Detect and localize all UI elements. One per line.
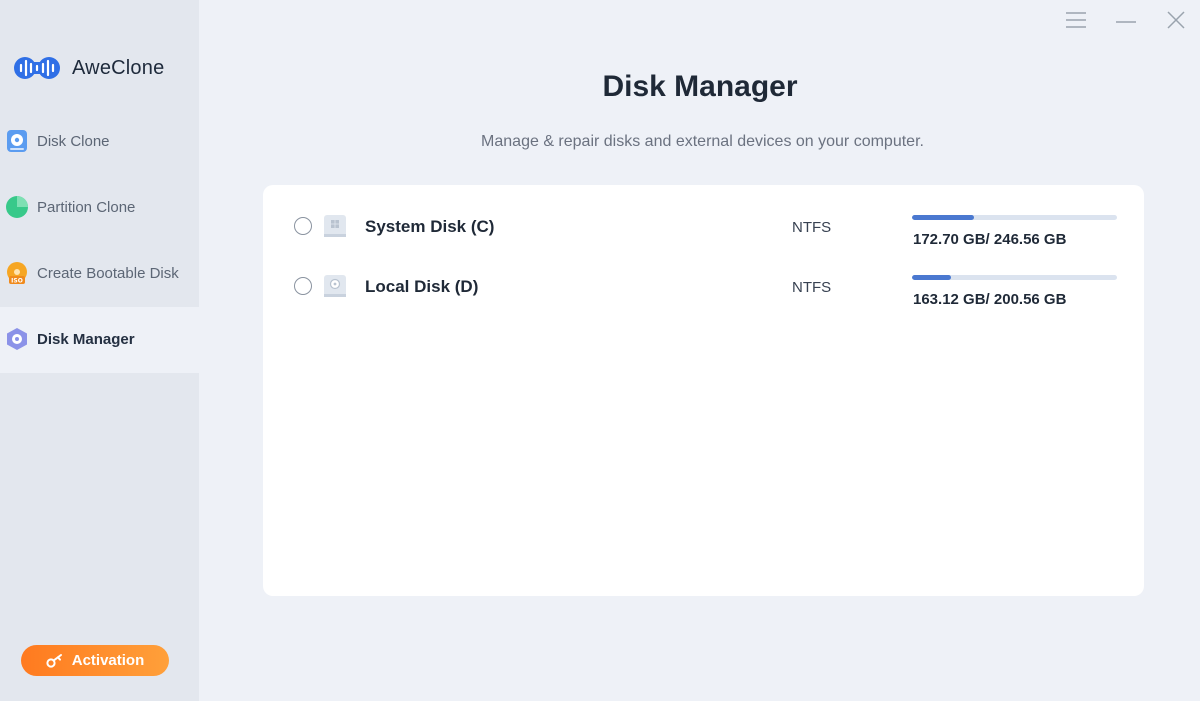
sidebar-item-create-bootable-disk[interactable]: ISO Create Bootable Disk [0, 240, 199, 306]
disk-filesystem: NTFS [792, 279, 832, 296]
disk-usage-text: 163.12 GB/ 200.56 GB [913, 291, 1067, 308]
sidebar-item-label: Create Bootable Disk [37, 264, 179, 282]
sidebar-item-label: Disk Manager [37, 330, 135, 348]
disk-usage-fill [912, 275, 951, 280]
sidebar-item-partition-clone[interactable]: Partition Clone [0, 174, 199, 240]
sidebar-item-label: Disk Clone [37, 132, 110, 150]
disk-name: Local Disk (D) [365, 277, 479, 296]
disk-filesystem: NTFS [792, 219, 832, 236]
disk-manager-icon [5, 327, 29, 351]
activation-button[interactable]: Activation [21, 645, 169, 676]
key-icon [46, 653, 62, 668]
disk-list-card: System Disk (C) NTFS 172.70 GB/ 246.56 G… [263, 185, 1144, 596]
minimize-icon [1116, 21, 1136, 23]
page-title: Disk Manager [602, 70, 798, 103]
sidebar-item-label: Partition Clone [37, 198, 136, 216]
disk-select-radio[interactable] [294, 277, 312, 295]
menu-icon [1066, 12, 1086, 28]
disk-name: System Disk (C) [365, 217, 495, 236]
sidebar-item-disk-manager[interactable]: Disk Manager [0, 306, 199, 372]
disk-select-radio[interactable] [294, 217, 312, 235]
disk-row-local-d[interactable]: Local Disk (D) NTFS 163.12 GB/ 200.56 GB [263, 257, 1144, 317]
disk-usage-bar [912, 215, 1117, 220]
app-name: AweClone [72, 56, 165, 79]
menu-button[interactable] [1064, 8, 1088, 32]
partition-clone-icon [5, 195, 29, 219]
disk-clone-icon [5, 129, 29, 153]
disk-usage-text: 172.70 GB/ 246.56 GB [913, 231, 1067, 248]
minimize-button[interactable] [1114, 8, 1138, 32]
disk-usage-fill [912, 215, 974, 220]
close-icon [1167, 11, 1185, 29]
bootable-disk-icon: ISO [5, 261, 29, 285]
aweclone-logo-icon [14, 57, 60, 79]
activation-label: Activation [71, 652, 145, 669]
page-subtitle: Manage & repair disks and external devic… [481, 133, 924, 150]
windows-disk-icon [324, 215, 346, 237]
svg-text:ISO: ISO [11, 278, 23, 285]
sidebar-item-disk-clone[interactable]: Disk Clone [0, 108, 199, 174]
local-disk-icon [324, 275, 346, 297]
disk-row-system-c[interactable]: System Disk (C) NTFS 172.70 GB/ 246.56 G… [263, 197, 1144, 257]
brand: AweClone [13, 54, 164, 82]
disk-usage-bar [912, 275, 1117, 280]
close-button[interactable] [1164, 8, 1188, 32]
